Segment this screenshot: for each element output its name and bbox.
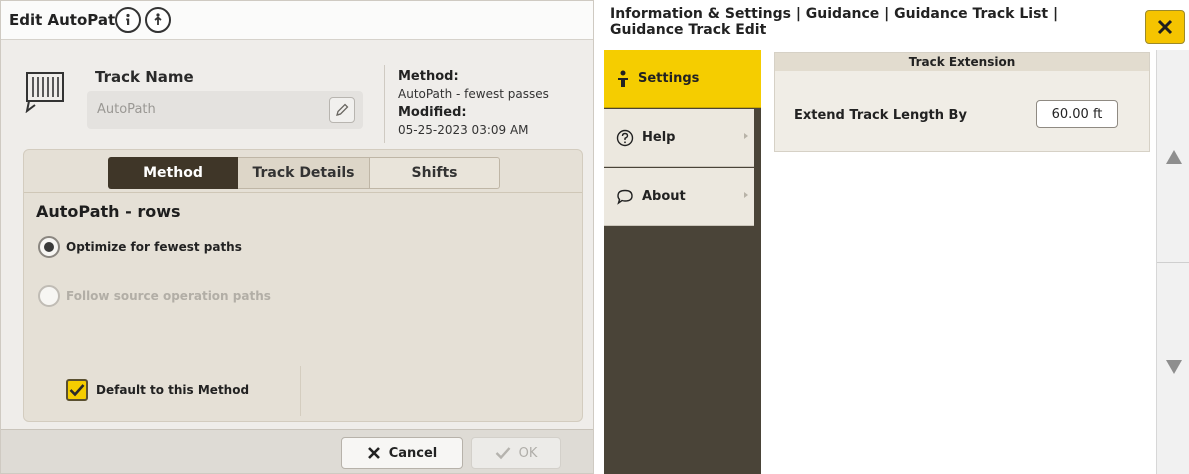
chevron-right-icon: [744, 133, 748, 139]
modified-meta-label: Modified:: [398, 105, 467, 120]
radio-optimize-fewest-paths[interactable]: [38, 236, 60, 258]
sidebar-item-label: About: [642, 189, 686, 204]
scrollbar[interactable]: [1156, 50, 1189, 474]
ok-label: OK: [518, 445, 538, 461]
sidebar: Settings Help About: [604, 50, 761, 474]
tab-track-details[interactable]: Track Details: [238, 157, 370, 189]
extend-track-label: Extend Track Length By: [794, 108, 967, 123]
sidebar-item-settings[interactable]: Settings: [604, 50, 761, 108]
track-type-icon: [25, 72, 64, 113]
default-method-label: Default to this Method: [96, 383, 250, 397]
dialog-title: Edit AutoPath: [9, 11, 126, 29]
cancel-label: Cancel: [388, 445, 438, 461]
sidebar-item-label: Help: [642, 130, 676, 145]
close-x-icon: [367, 447, 380, 459]
track-name-label: Track Name: [95, 68, 194, 86]
scroll-up-arrow-icon[interactable]: [1166, 150, 1182, 164]
sidebar-item-help[interactable]: Help: [604, 109, 754, 167]
method-heading: AutoPath - rows: [36, 202, 181, 221]
option-follow-source-label: Follow source operation paths: [66, 289, 271, 303]
method-meta-label: Method:: [398, 69, 459, 84]
person-standing-icon: [618, 70, 628, 87]
close-icon: [1157, 19, 1173, 35]
extend-track-input[interactable]: 60.00 ft: [1036, 100, 1118, 128]
checkmark-icon: [495, 447, 511, 460]
help-guide-icon[interactable]: [145, 7, 171, 33]
speech-bubble-icon: [617, 189, 633, 205]
panel-divider: [300, 366, 301, 416]
dialog-header: Edit AutoPath: [1, 1, 593, 40]
section-header: Track Extension: [775, 53, 1149, 71]
dialog-footer: Cancel OK: [1, 429, 593, 473]
edit-autopath-dialog: Edit AutoPath Track Name AutoPath Method…: [0, 0, 594, 474]
method-meta-value: AutoPath - fewest passes: [398, 87, 549, 101]
tab-divider: [24, 192, 582, 193]
radio-follow-source-paths[interactable]: [38, 285, 60, 307]
sidebar-item-about[interactable]: About: [604, 168, 754, 226]
info-icon[interactable]: [115, 7, 141, 33]
edit-pencil-icon[interactable]: [329, 97, 355, 123]
scrollbar-divider: [1157, 262, 1189, 263]
option-optimize-label: Optimize for fewest paths: [66, 240, 242, 254]
close-button[interactable]: [1145, 10, 1185, 44]
ok-button[interactable]: OK: [471, 437, 561, 469]
chevron-right-icon: [744, 192, 748, 198]
track-name-field[interactable]: AutoPath: [87, 91, 363, 129]
cancel-button[interactable]: Cancel: [341, 437, 463, 469]
scroll-down-arrow-icon[interactable]: [1166, 360, 1182, 374]
track-name-value: AutoPath: [97, 102, 156, 117]
tab-method[interactable]: Method: [108, 157, 238, 189]
track-extension-section: Track Extension Extend Track Length By 6…: [774, 52, 1150, 152]
default-method-checkbox[interactable]: [66, 379, 88, 401]
tab-bar: Method Track Details Shifts: [108, 157, 500, 189]
meta-divider: [384, 65, 385, 143]
method-panel: Method Track Details Shifts AutoPath - r…: [23, 149, 583, 422]
modified-meta-value: 05-25-2023 03:09 AM: [398, 123, 529, 137]
settings-panel: Information & Settings | Guidance | Guid…: [604, 0, 1189, 474]
question-circle-icon: [616, 129, 634, 146]
settings-header: Information & Settings | Guidance | Guid…: [604, 0, 1189, 50]
breadcrumb: Information & Settings | Guidance | Guid…: [610, 6, 1059, 38]
sidebar-item-label: Settings: [638, 71, 700, 86]
tab-shifts[interactable]: Shifts: [370, 157, 500, 189]
